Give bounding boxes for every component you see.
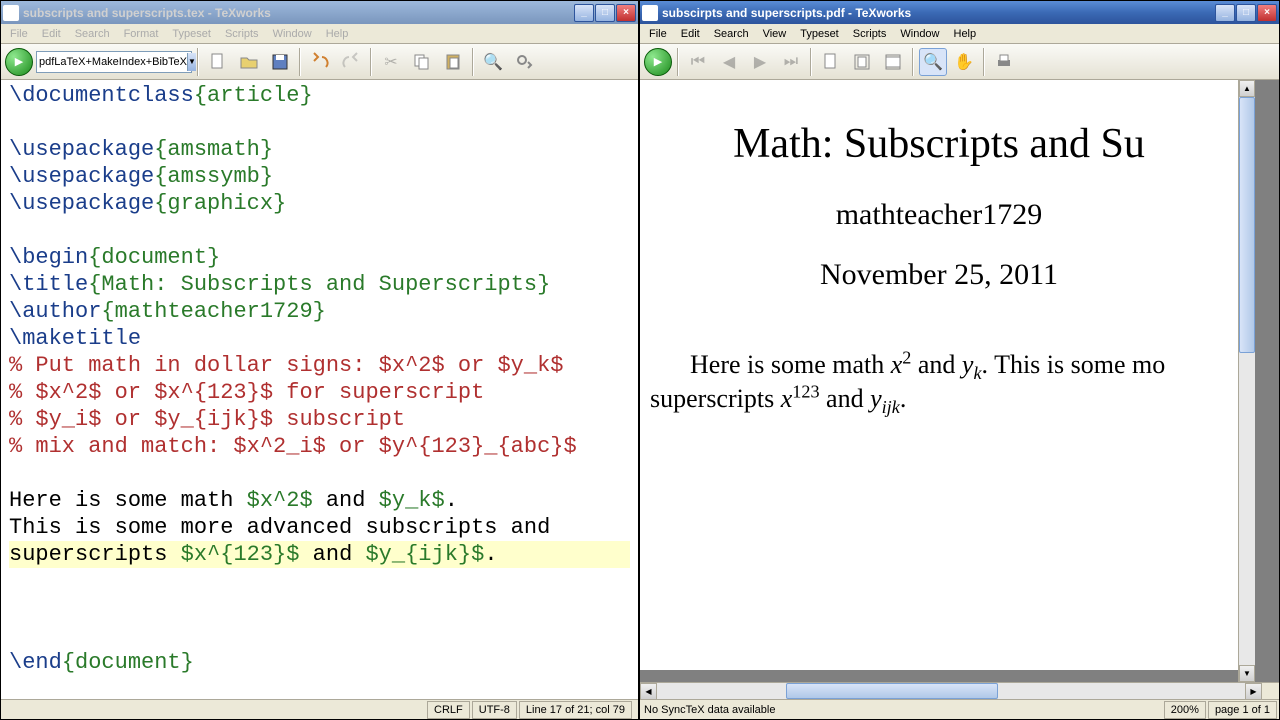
replace-icon[interactable] <box>510 48 538 76</box>
menu-format[interactable]: Format <box>117 26 166 42</box>
menu-window[interactable]: Window <box>266 26 319 42</box>
preview-window: subscirpts and superscripts.pdf - TeXwor… <box>639 0 1280 720</box>
engine-combo-label: pdfLaTeX+MakeIndex+BibTeX <box>39 56 187 68</box>
menu-help[interactable]: Help <box>947 26 984 42</box>
source-title: subscripts and superscripts.tex - TeXwor… <box>23 6 574 20</box>
typeset-button[interactable]: ▶ <box>5 48 33 76</box>
first-page-icon: ⏮ <box>684 48 712 76</box>
menu-edit[interactable]: Edit <box>674 26 707 42</box>
source-statusbar: CRLF UTF-8 Line 17 of 21; col 79 <box>1 699 638 719</box>
menu-search[interactable]: Search <box>68 26 117 42</box>
separator <box>912 48 914 76</box>
status-page[interactable]: page 1 of 1 <box>1208 701 1277 719</box>
scroll-hand-icon[interactable]: ✋ <box>950 48 978 76</box>
preview-statusbar: No SyncTeX data available 200% page 1 of… <box>640 699 1279 719</box>
scroll-thumb[interactable] <box>1239 97 1255 353</box>
scroll-thumb-h[interactable] <box>786 683 998 699</box>
pdf-viewer[interactable]: Math: Subscripts and Su mathteacher1729 … <box>640 80 1279 699</box>
scroll-right-icon[interactable]: ▶ <box>1245 683 1262 700</box>
editor-content[interactable]: \documentclass{article} \usepackage{amsm… <box>1 80 638 678</box>
menu-file[interactable]: File <box>3 26 35 42</box>
pdf-author: mathteacher1729 <box>650 198 1228 232</box>
menu-scripts[interactable]: Scripts <box>846 26 894 42</box>
menu-edit[interactable]: Edit <box>35 26 68 42</box>
scroll-left-icon[interactable]: ◀ <box>640 683 657 700</box>
status-synctex: No SyncTeX data available <box>644 704 1160 716</box>
minimize-button[interactable]: _ <box>574 4 594 22</box>
maximize-button[interactable]: □ <box>595 4 615 22</box>
search-icon[interactable]: 🔍 <box>479 48 507 76</box>
copy-icon[interactable] <box>408 48 436 76</box>
redo-icon <box>337 48 365 76</box>
separator <box>197 48 199 76</box>
preview-menubar: File Edit Search View Typeset Scripts Wi… <box>640 24 1279 44</box>
close-button[interactable]: × <box>616 4 636 22</box>
menu-scripts[interactable]: Scripts <box>218 26 266 42</box>
separator <box>472 48 474 76</box>
typeset-button[interactable]: ▶ <box>644 48 672 76</box>
menu-search[interactable]: Search <box>707 26 756 42</box>
minimize-button[interactable]: _ <box>1215 4 1235 22</box>
menu-window[interactable]: Window <box>893 26 946 42</box>
source-toolbar: ▶ pdfLaTeX+MakeIndex+BibTeX ▼ ✂ 🔍 <box>1 44 638 80</box>
close-button[interactable]: × <box>1257 4 1277 22</box>
pdf-body: Here is some math x2 and yk. This is som… <box>650 348 1228 416</box>
source-menubar: File Edit Search Format Typeset Scripts … <box>1 24 638 44</box>
menu-view[interactable]: View <box>756 26 794 42</box>
chevron-down-icon: ▼ <box>187 53 196 71</box>
preview-titlebar[interactable]: subscirpts and superscripts.pdf - TeXwor… <box>640 1 1279 24</box>
pdf-date: November 25, 2011 <box>650 258 1228 292</box>
open-file-icon[interactable] <box>235 48 263 76</box>
maximize-button[interactable]: □ <box>1236 4 1256 22</box>
separator <box>677 48 679 76</box>
preview-toolbar: ▶ ⏮ ◀ ▶ ⏭ 🔍 ✋ <box>640 44 1279 80</box>
status-cursor: Line 17 of 21; col 79 <box>519 701 632 719</box>
menu-typeset[interactable]: Typeset <box>165 26 218 42</box>
app-icon <box>3 5 19 21</box>
separator <box>299 48 301 76</box>
print-icon[interactable] <box>990 48 1018 76</box>
app-icon <box>642 5 658 21</box>
undo-icon[interactable] <box>306 48 334 76</box>
next-page-icon: ▶ <box>746 48 774 76</box>
separator <box>983 48 985 76</box>
separator <box>810 48 812 76</box>
engine-combo[interactable]: pdfLaTeX+MakeIndex+BibTeX ▼ <box>36 51 192 73</box>
save-file-icon[interactable] <box>266 48 294 76</box>
pdf-title: Math: Subscripts and Su <box>650 120 1228 168</box>
cut-icon: ✂ <box>377 48 405 76</box>
separator <box>370 48 372 76</box>
horizontal-scrollbar[interactable]: ◀ ▶ <box>640 682 1279 699</box>
paste-icon[interactable] <box>439 48 467 76</box>
status-zoom[interactable]: 200% <box>1164 701 1206 719</box>
status-encoding[interactable]: UTF-8 <box>472 701 517 719</box>
fit-window-icon[interactable] <box>848 48 876 76</box>
new-file-icon[interactable] <box>204 48 232 76</box>
vertical-scrollbar[interactable]: ▲ ▼ <box>1238 80 1255 682</box>
scrollbar-corner <box>1262 683 1279 699</box>
pdf-page: Math: Subscripts and Su mathteacher1729 … <box>640 80 1238 670</box>
menu-typeset[interactable]: Typeset <box>793 26 846 42</box>
actual-size-icon[interactable] <box>817 48 845 76</box>
source-editor[interactable]: \documentclass{article} \usepackage{amsm… <box>1 80 638 699</box>
scroll-up-icon[interactable]: ▲ <box>1239 80 1255 97</box>
status-lineending[interactable]: CRLF <box>427 701 470 719</box>
preview-title: subscirpts and superscripts.pdf - TeXwor… <box>662 6 1215 20</box>
scroll-down-icon[interactable]: ▼ <box>1239 665 1255 682</box>
source-titlebar[interactable]: subscripts and superscripts.tex - TeXwor… <box>1 1 638 24</box>
last-page-icon: ⏭ <box>777 48 805 76</box>
source-window: subscripts and superscripts.tex - TeXwor… <box>0 0 639 720</box>
prev-page-icon: ◀ <box>715 48 743 76</box>
fit-width-icon[interactable] <box>879 48 907 76</box>
menu-help[interactable]: Help <box>319 26 356 42</box>
menu-file[interactable]: File <box>642 26 674 42</box>
magnify-icon[interactable]: 🔍 <box>919 48 947 76</box>
